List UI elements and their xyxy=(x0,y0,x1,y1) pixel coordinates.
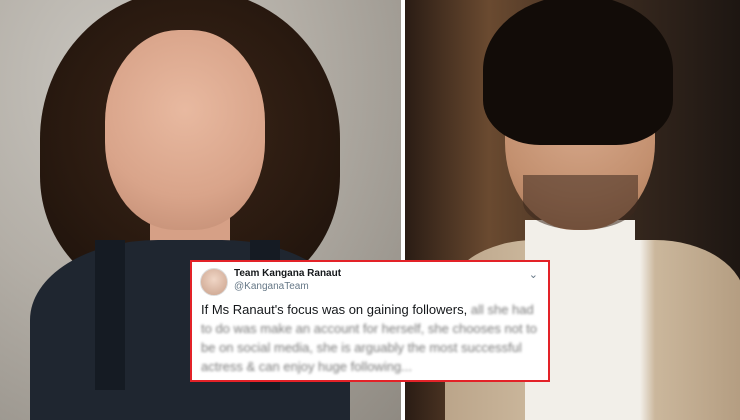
dark-hair xyxy=(483,0,673,145)
chevron-down-icon: ⌄ xyxy=(528,269,538,281)
woman-face xyxy=(105,30,265,230)
dress-strap-left xyxy=(95,240,125,390)
tweet-display-name: Team Kangana Ranaut xyxy=(234,268,342,279)
stubble xyxy=(523,175,638,230)
tweet-handle: @KanganaTeam xyxy=(234,281,309,292)
avatar xyxy=(200,268,228,296)
tweet-text-visible: If Ms Ranaut's focus was on gaining foll… xyxy=(201,302,468,317)
tweet-body: If Ms Ranaut's focus was on gaining foll… xyxy=(201,300,541,376)
tweet-card: Team Kangana Ranaut @KanganaTeam ⌄ If Ms… xyxy=(190,260,550,382)
